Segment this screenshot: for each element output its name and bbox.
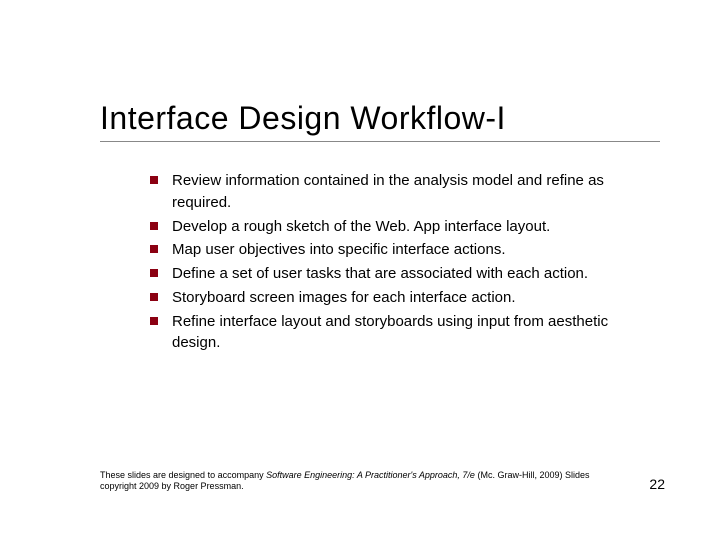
footer-attribution: These slides are designed to accompany S… <box>100 470 620 492</box>
page-number: 22 <box>649 476 665 492</box>
list-item: Map user objectives into specific interf… <box>150 239 660 261</box>
footer-prefix: These slides are designed to accompany <box>100 470 266 480</box>
slide-title: Interface Design Workflow-I <box>100 100 660 142</box>
list-item: Storyboard screen images for each interf… <box>150 287 660 309</box>
list-item: Develop a rough sketch of the Web. App i… <box>150 216 660 238</box>
bullet-list: Review information contained in the anal… <box>100 170 660 354</box>
footer-italic: Software Engineering: A Practitioner's A… <box>266 470 475 480</box>
slide: Interface Design Workflow-I Review infor… <box>0 0 720 540</box>
list-item: Review information contained in the anal… <box>150 170 660 214</box>
list-item: Define a set of user tasks that are asso… <box>150 263 660 285</box>
list-item: Refine interface layout and storyboards … <box>150 311 660 355</box>
